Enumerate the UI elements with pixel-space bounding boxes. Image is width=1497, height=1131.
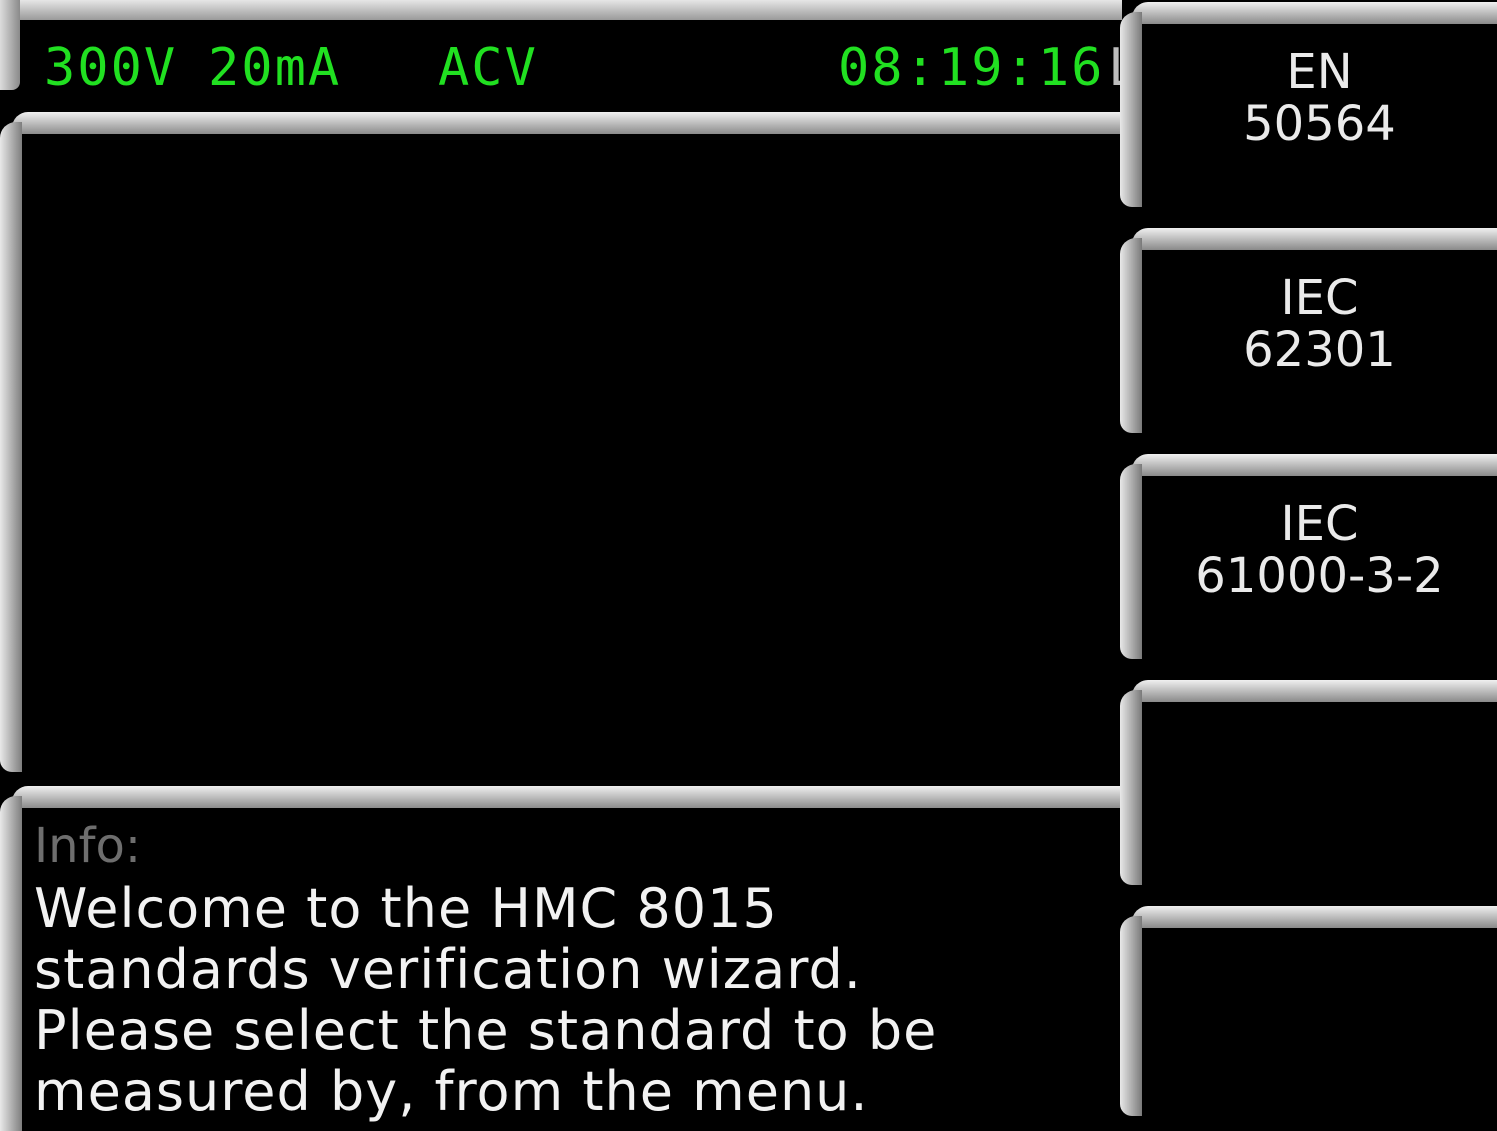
info-label: Info: <box>34 818 142 874</box>
status-bezel-top <box>0 0 1122 20</box>
voltage-range: 300V <box>44 38 178 98</box>
current-range: 20mA <box>208 38 342 98</box>
softkey-bezel-left <box>1120 464 1142 659</box>
softkey-bezel-left <box>1120 690 1142 885</box>
softkey-bezel-top <box>1132 2 1497 24</box>
softkey-en-50564[interactable]: EN 50564 <box>1120 2 1497 214</box>
softkey-empty-4[interactable] <box>1120 680 1497 892</box>
softkey-bezel-top <box>1132 228 1497 250</box>
main-panel-bezel-top <box>12 112 1122 134</box>
softkey-empty-5[interactable] <box>1120 906 1497 1131</box>
main-panel-bezel-left <box>0 122 22 772</box>
main-display-panel <box>0 112 1122 772</box>
softkey-menu: EN 50564 IEC 62301 IEC 61000-3-2 <box>1120 0 1497 1131</box>
softkey-iec-62301[interactable]: IEC 62301 <box>1120 228 1497 440</box>
info-panel-bezel-top <box>12 786 1122 808</box>
status-bezel-left <box>0 0 20 90</box>
info-panel-bezel-left <box>0 796 22 1131</box>
softkey-bezel-left <box>1120 238 1142 433</box>
softkey-label: IEC 62301 <box>1243 270 1396 378</box>
softkey-iec-61000-3-2[interactable]: IEC 61000-3-2 <box>1120 454 1497 666</box>
softkey-bezel-left <box>1120 916 1142 1116</box>
status-bar: 300V 20mA ACV 08:19:16 L <box>0 0 1122 130</box>
softkey-bezel-left <box>1120 12 1142 207</box>
clock: 08:19:16 <box>838 38 1105 98</box>
softkey-bezel-top <box>1132 906 1497 928</box>
softkey-bezel-top <box>1132 454 1497 476</box>
softkey-bezel-top <box>1132 680 1497 702</box>
info-message: Welcome to the HMC 8015 standards verifi… <box>34 877 938 1123</box>
info-panel: Info: Welcome to the HMC 8015 standards … <box>0 786 1122 1131</box>
measurement-mode: ACV <box>438 38 538 98</box>
clipped-status-indicator: L <box>1102 38 1122 98</box>
instrument-screen: 300V 20mA ACV 08:19:16 L Info: Welcome t… <box>0 0 1497 1131</box>
softkey-label: EN 50564 <box>1243 44 1396 152</box>
softkey-label: IEC 61000-3-2 <box>1195 496 1444 604</box>
